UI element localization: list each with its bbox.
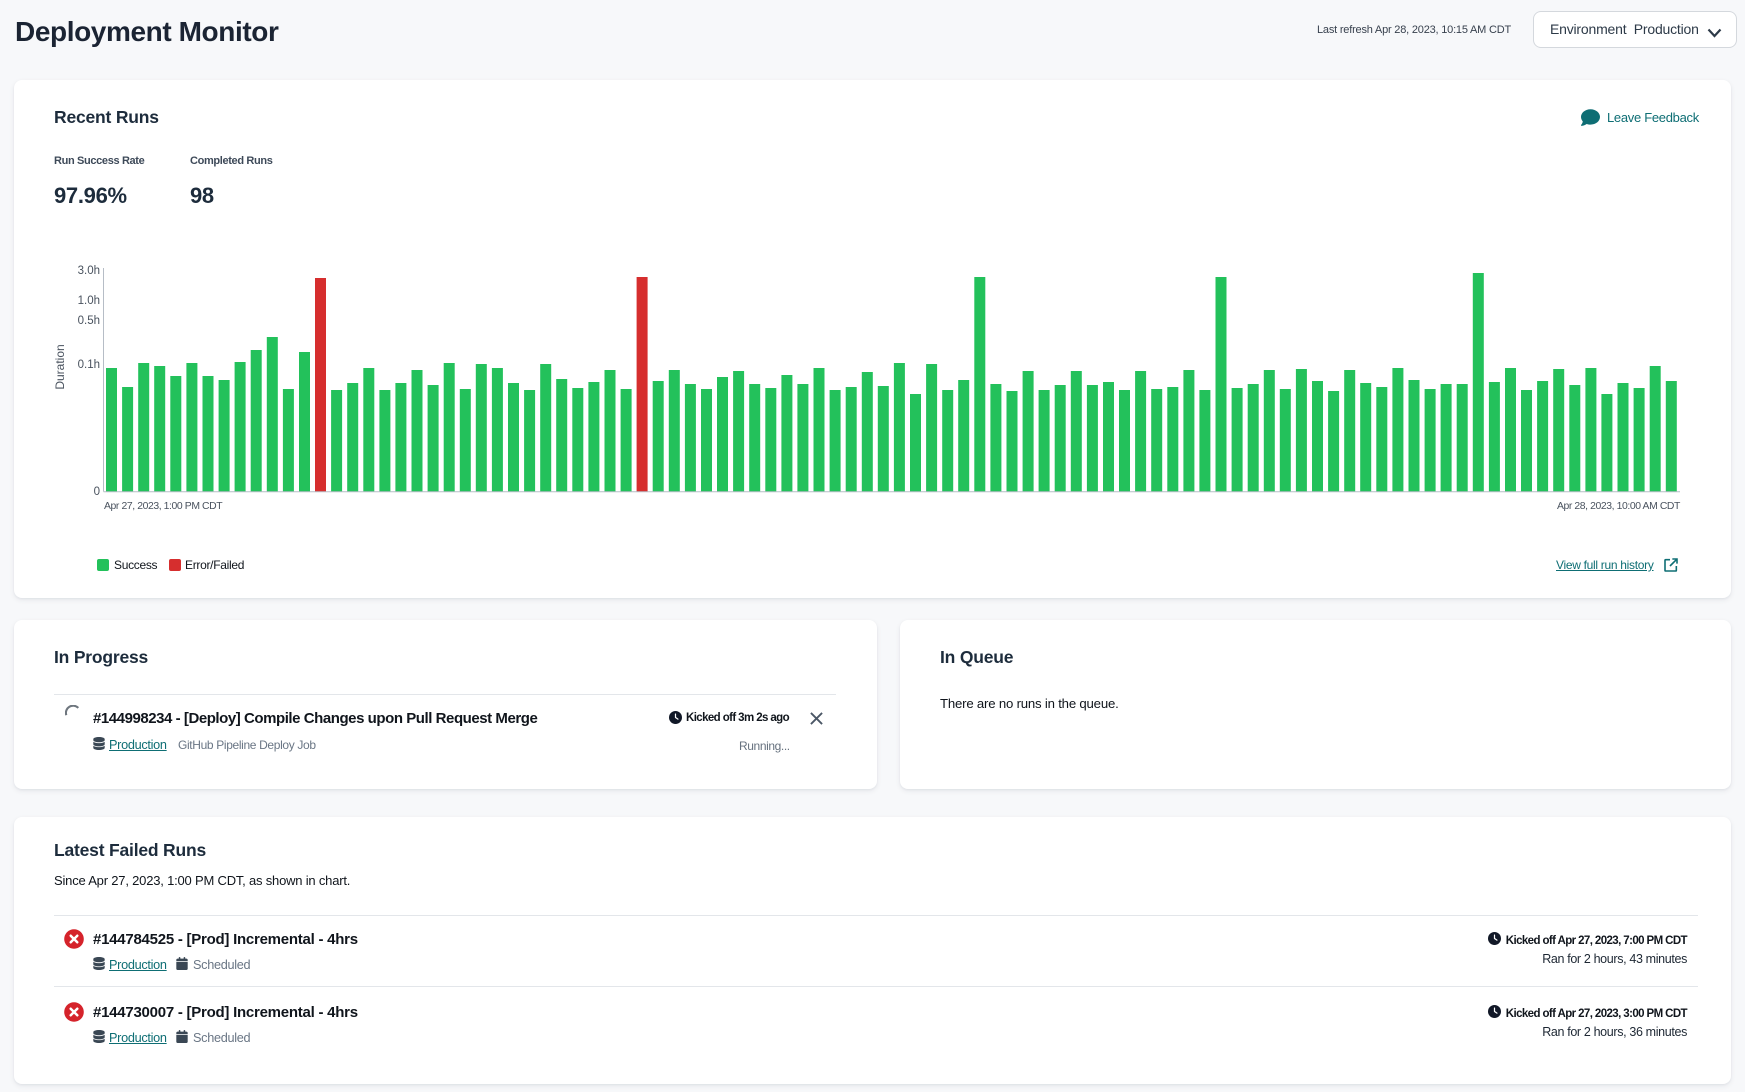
svg-text:0: 0 <box>94 486 100 498</box>
svg-text:0.5h: 0.5h <box>78 315 100 327</box>
svg-text:Apr 27, 2023, 1:00 PM CDT: Apr 27, 2023, 1:00 PM CDT <box>104 501 223 512</box>
svg-text:Duration: Duration <box>53 344 67 389</box>
svg-text:Apr 28, 2023, 10:00 AM CDT: Apr 28, 2023, 10:00 AM CDT <box>1557 501 1681 512</box>
svg-text:0.1h: 0.1h <box>78 359 100 371</box>
svg-text:3.0h: 3.0h <box>78 265 100 277</box>
svg-text:1.0h: 1.0h <box>78 295 100 307</box>
